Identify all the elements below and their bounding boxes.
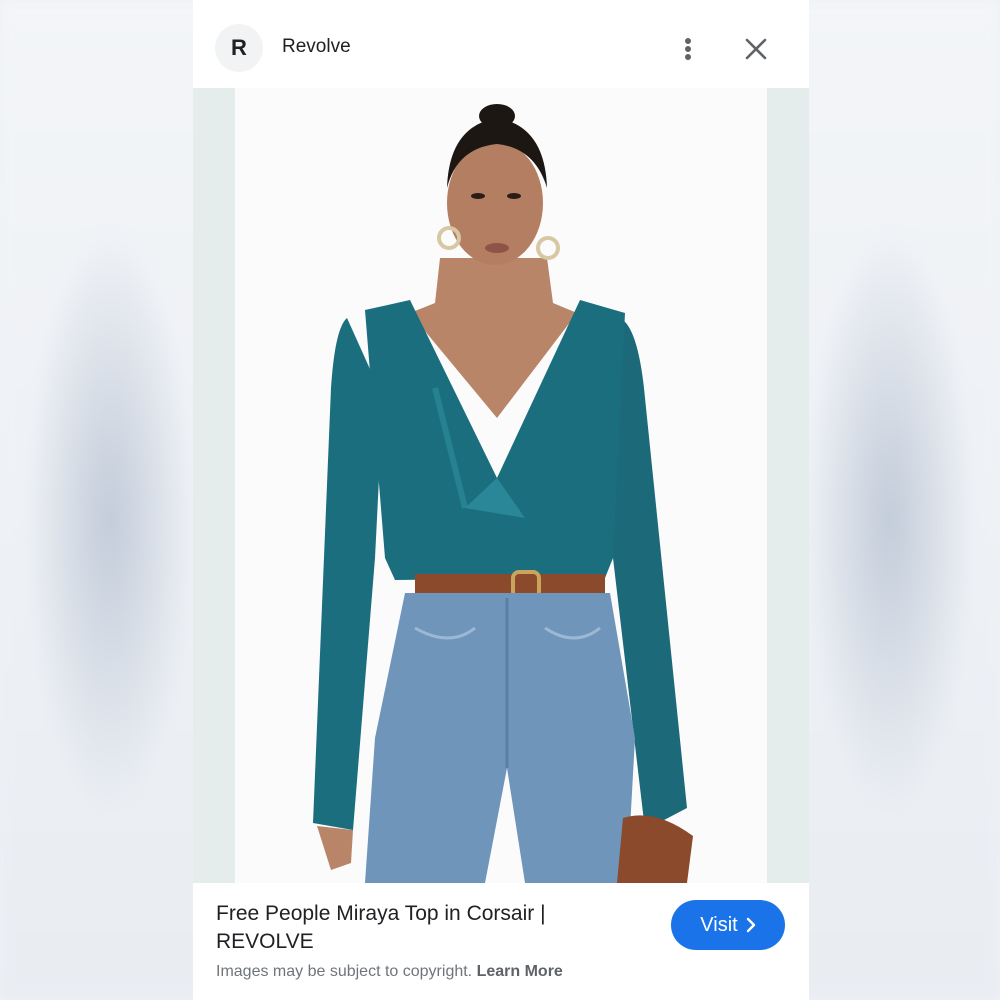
product-image[interactable] bbox=[235, 88, 767, 883]
chevron-right-icon bbox=[746, 917, 755, 933]
disclaimer-text: Images may be subject to copyright. bbox=[216, 963, 473, 980]
product-info: Free People Miraya Top in Corsair | REVO… bbox=[193, 883, 809, 1000]
preview-header: R Revolve bbox=[193, 0, 809, 88]
more-vert-icon[interactable] bbox=[677, 34, 699, 64]
product-title[interactable]: Free People Miraya Top in Corsair | REVO… bbox=[216, 900, 636, 956]
site-avatar-letter: R bbox=[231, 35, 247, 60]
copyright-disclaimer: Images may be subject to copyright. Lear… bbox=[216, 963, 563, 981]
learn-more-link[interactable]: Learn More bbox=[477, 963, 563, 980]
close-icon[interactable] bbox=[742, 35, 770, 63]
site-name[interactable]: Revolve bbox=[282, 36, 351, 58]
visit-label: Visit bbox=[700, 913, 738, 936]
site-avatar[interactable]: R bbox=[215, 24, 263, 72]
product-image-frame bbox=[193, 88, 809, 883]
visit-button[interactable]: Visit bbox=[671, 900, 785, 950]
image-preview-panel: R Revolve Free People Miraya Top in Cors… bbox=[193, 0, 809, 1000]
